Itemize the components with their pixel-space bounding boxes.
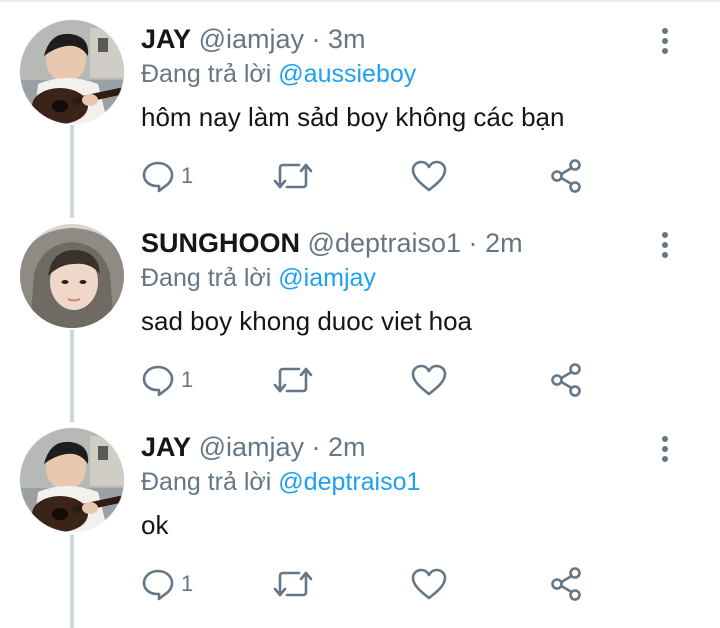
reply-count: 1 xyxy=(181,571,194,596)
share-icon xyxy=(551,363,581,397)
heart-icon xyxy=(411,160,447,192)
reply-button[interactable]: 1 xyxy=(141,156,193,196)
tweet-actions: 1 xyxy=(0,360,720,400)
retweet-icon xyxy=(273,367,313,393)
separator-dot: · xyxy=(311,432,321,462)
retweet-button[interactable] xyxy=(273,360,313,400)
more-vertical-icon[interactable] xyxy=(655,432,675,466)
share-button[interactable] xyxy=(548,360,584,400)
profile-photo-guitar xyxy=(20,20,124,124)
heart-icon xyxy=(411,568,447,600)
reply-count: 1 xyxy=(181,163,194,188)
user-handle[interactable]: @iamjay xyxy=(199,24,304,54)
timestamp[interactable]: 2m xyxy=(328,432,366,462)
profile-photo-guitar xyxy=(20,428,124,532)
replying-to-label: Đang trả lời xyxy=(141,468,272,496)
tweet-header: SUNGHOON @deptraiso1 · 2m xyxy=(141,226,523,260)
like-button[interactable] xyxy=(410,564,448,604)
share-button[interactable] xyxy=(548,564,584,604)
tweet-actions: 1 xyxy=(0,564,720,604)
replying-to-label: Đang trả lời xyxy=(141,264,272,292)
display-name[interactable]: JAY xyxy=(141,24,191,54)
display-name[interactable]: JAY xyxy=(141,432,191,462)
retweet-button[interactable] xyxy=(273,156,313,196)
more-vertical-icon[interactable] xyxy=(655,228,675,262)
separator-dot: · xyxy=(311,24,321,54)
tweet-text: ok xyxy=(141,510,169,540)
mention-link[interactable]: @deptraiso1 xyxy=(278,468,420,496)
more-vertical-icon[interactable] xyxy=(655,24,675,58)
tweet-text: hôm nay làm sảd boy không các bạn xyxy=(141,102,565,132)
tweet-header: JAY @iamjay · 2m xyxy=(141,430,366,464)
like-button[interactable] xyxy=(410,360,448,400)
mention-link[interactable]: @aussieboy xyxy=(278,60,416,88)
user-handle[interactable]: @deptraiso1 xyxy=(308,228,462,258)
profile-photo-hood xyxy=(20,224,124,328)
reply-icon xyxy=(142,161,174,193)
like-button[interactable] xyxy=(410,156,448,196)
tweet-actions: 1 xyxy=(0,156,720,196)
share-icon xyxy=(551,159,581,193)
retweet-button[interactable] xyxy=(273,564,313,604)
mention-link[interactable]: @iamjay xyxy=(278,264,376,292)
avatar[interactable] xyxy=(20,428,124,532)
replying-to: Đang trả lời @deptraiso1 xyxy=(141,465,420,499)
reply-icon xyxy=(142,569,174,601)
reply-count: 1 xyxy=(181,367,194,392)
user-handle[interactable]: @iamjay xyxy=(199,432,304,462)
retweet-icon xyxy=(273,163,313,189)
display-name[interactable]: SUNGHOON xyxy=(141,228,300,258)
replying-to: Đang trả lời @aussieboy xyxy=(141,57,416,91)
replying-to: Đang trả lời @iamjay xyxy=(141,261,376,295)
avatar[interactable] xyxy=(20,224,124,328)
share-button[interactable] xyxy=(548,156,584,196)
separator-dot: · xyxy=(468,228,478,258)
reply-icon xyxy=(142,365,174,397)
tweet[interactable]: JAY @iamjay · 2m Đang trả lời @deptraiso… xyxy=(0,408,720,613)
tweet[interactable]: JAY @iamjay · 3m Đang trả lời @aussieboy… xyxy=(0,0,720,205)
heart-icon xyxy=(411,364,447,396)
replying-to-label: Đang trả lời xyxy=(141,60,272,88)
reply-button[interactable]: 1 xyxy=(141,564,193,604)
reply-button[interactable]: 1 xyxy=(141,360,193,400)
tweet-text: sad boy khong duoc viet hoa xyxy=(141,306,473,336)
retweet-icon xyxy=(273,571,313,597)
timestamp[interactable]: 2m xyxy=(485,228,523,258)
timestamp[interactable]: 3m xyxy=(328,24,366,54)
tweet-header: JAY @iamjay · 3m xyxy=(141,22,366,56)
tweet[interactable]: SUNGHOON @deptraiso1 · 2m Đang trả lời @… xyxy=(0,204,720,409)
share-icon xyxy=(551,567,581,601)
avatar[interactable] xyxy=(20,20,124,124)
